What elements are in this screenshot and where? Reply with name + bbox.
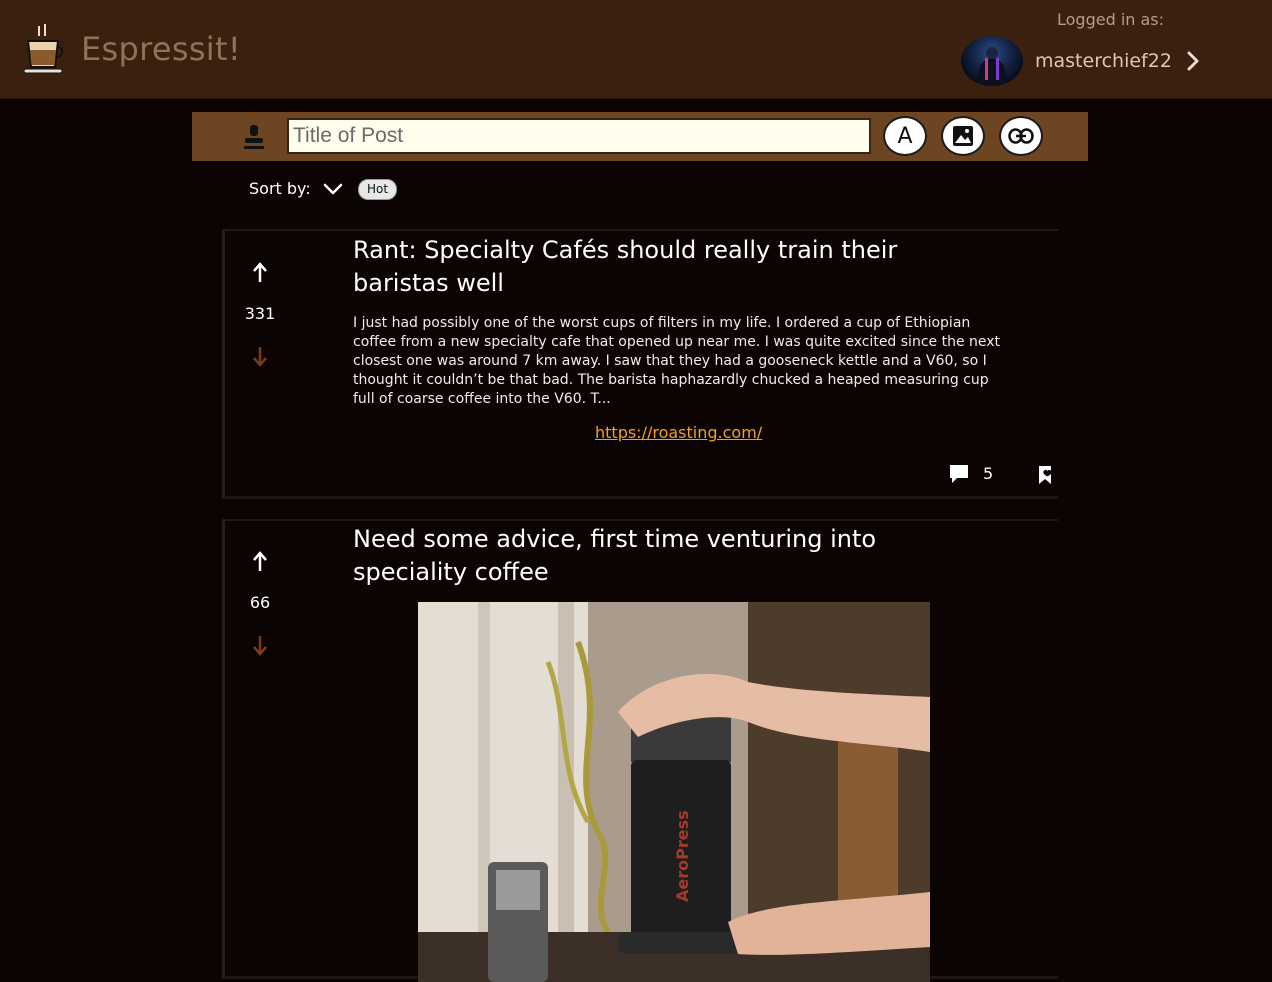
image-icon <box>953 126 973 146</box>
post-title[interactable]: Rant: Specialty Cafés should really trai… <box>353 234 973 300</box>
coffee-cup-icon[interactable] <box>22 23 64 75</box>
username[interactable]: masterchief22 <box>1035 50 1172 72</box>
image-post-button[interactable] <box>941 116 985 156</box>
logged-in-label: Logged in as: <box>1057 10 1165 29</box>
post-title-input[interactable] <box>287 118 871 154</box>
avatar[interactable] <box>961 36 1023 86</box>
bookmark-icon[interactable] <box>1037 465 1055 485</box>
vote-score: 331 <box>244 304 276 323</box>
sort-label: Sort by: <box>249 179 311 198</box>
sort-selected-badge[interactable]: Hot <box>358 179 398 200</box>
chevron-down-icon[interactable] <box>322 182 344 196</box>
post-link[interactable]: https://roasting.com/ <box>595 423 762 442</box>
link-icon <box>1008 128 1034 144</box>
compose-bar: A <box>192 112 1088 161</box>
person-icon <box>244 125 264 149</box>
link-post-button[interactable] <box>999 116 1043 156</box>
post-body: I just had possibly one of the worst cup… <box>353 315 1001 407</box>
upvote-arrow-icon[interactable] <box>250 550 270 574</box>
post-card[interactable]: 331 Rant: Specialty Cafés should really … <box>222 229 1058 499</box>
comment-count: 5 <box>983 464 994 483</box>
comment-icon[interactable] <box>949 464 969 484</box>
post-card[interactable]: 66 Need some advice, first time venturin… <box>222 519 1058 982</box>
text-post-button[interactable]: A <box>883 116 927 156</box>
app-title[interactable]: Espressit! <box>81 30 241 68</box>
chevron-right-icon[interactable] <box>1183 50 1203 72</box>
aeropress-label: AeroPress <box>673 810 692 902</box>
upvote-arrow-icon[interactable] <box>250 261 270 285</box>
downvote-arrow-icon[interactable] <box>250 344 270 368</box>
downvote-arrow-icon[interactable] <box>250 633 270 657</box>
top-header: Espressit! Logged in as: masterchief22 <box>0 0 1272 99</box>
post-image[interactable]: AeroPress <box>418 602 930 982</box>
post-title[interactable]: Need some advice, first time venturing i… <box>353 523 973 589</box>
vote-score: 66 <box>249 593 271 612</box>
